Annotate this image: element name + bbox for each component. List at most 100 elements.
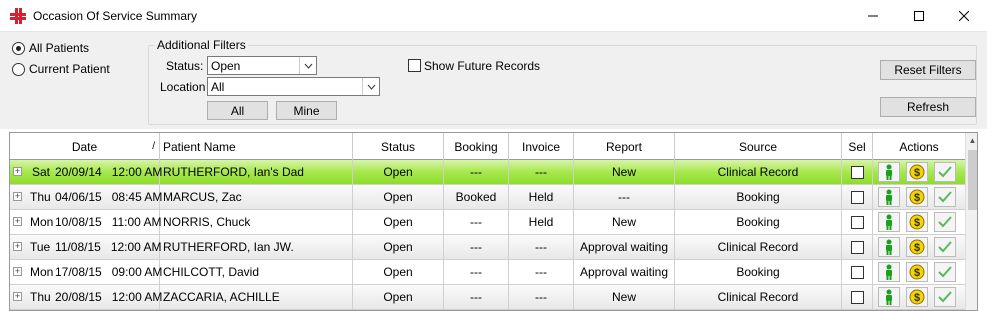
booking-cell: ---	[444, 160, 509, 184]
all-patients-label: All Patients	[29, 41, 90, 55]
column-header-invoice[interactable]: Invoice	[509, 133, 574, 160]
column-header-booking[interactable]: Booking	[444, 133, 509, 160]
app-cross-icon	[10, 8, 26, 24]
date-cell: + Thu 20/08/15 12:00 AM	[10, 285, 162, 309]
status-select[interactable]: Open	[207, 56, 317, 75]
patient-action-button[interactable]	[878, 262, 900, 282]
expand-row-icon[interactable]: +	[13, 217, 22, 226]
svg-text:$: $	[914, 167, 920, 179]
actions-cell: $	[873, 185, 965, 209]
person-icon	[886, 189, 892, 205]
sel-cell	[842, 185, 873, 209]
source-cell: Clinical Record	[675, 285, 842, 309]
column-header-sel[interactable]: Sel	[842, 133, 873, 160]
reset-filters-button[interactable]: Reset Filters	[880, 60, 976, 80]
mine-button[interactable]: Mine	[276, 101, 337, 120]
select-checkbox[interactable]	[850, 240, 864, 254]
select-checkbox[interactable]	[850, 290, 864, 304]
refresh-button[interactable]: Refresh	[880, 97, 976, 117]
expand-row-icon[interactable]: +	[13, 292, 22, 301]
invoice-action-button[interactable]: $	[906, 287, 928, 307]
current-patient-radio[interactable]: Current Patient	[12, 62, 110, 76]
date-text: 04/06/15	[55, 190, 102, 204]
patient-action-button[interactable]	[878, 162, 900, 182]
all-button[interactable]: All	[207, 101, 268, 120]
scroll-thumb[interactable]	[968, 150, 977, 210]
grid-header: Date / Patient Name Status Booking Invoi…	[10, 133, 965, 160]
invoice-cell: Held	[509, 185, 574, 209]
select-checkbox[interactable]	[850, 165, 864, 179]
expand-row-icon[interactable]: +	[13, 192, 22, 201]
select-checkbox[interactable]	[850, 265, 864, 279]
sel-cell	[842, 285, 873, 309]
table-row[interactable]: + Thu 04/06/15 08:45 AM MARCUS, Zac Open Booke…	[10, 185, 965, 210]
location-select[interactable]: All	[207, 77, 380, 96]
booking-cell: ---	[444, 285, 509, 309]
booking-cell: Booked	[444, 185, 509, 209]
complete-action-button[interactable]	[934, 187, 956, 207]
radio-circle[interactable]	[12, 62, 25, 76]
invoice-cell: ---	[509, 285, 574, 309]
invoice-cell: ---	[509, 235, 574, 259]
report-cell: ---	[574, 185, 675, 209]
location-select-value: All	[211, 80, 225, 94]
invoice-cell: Held	[509, 210, 574, 234]
expand-row-icon[interactable]: +	[13, 167, 22, 176]
dollar-icon: $	[909, 289, 925, 305]
expand-row-icon[interactable]: +	[13, 242, 22, 251]
table-row[interactable]: + Sat 20/09/14 12:00 AM RUTHERFORD, Ian's Da…	[10, 160, 965, 185]
time-text: 09:00 AM	[111, 265, 163, 279]
table-row[interactable]: + Tue 11/08/15 12:00 AM RUTHERFORD, Ian JW. O…	[10, 235, 965, 260]
invoice-action-button[interactable]: $	[906, 237, 928, 257]
patient-action-button[interactable]	[878, 212, 900, 232]
complete-action-button[interactable]	[934, 162, 956, 182]
all-patients-radio[interactable]: All Patients	[12, 41, 89, 55]
column-header-source[interactable]: Source	[675, 133, 842, 160]
complete-action-button[interactable]	[934, 212, 956, 232]
source-cell: Clinical Record	[675, 235, 842, 259]
invoice-action-button[interactable]: $	[906, 262, 928, 282]
status-cell: Open	[353, 160, 444, 184]
expand-row-icon[interactable]: +	[13, 267, 22, 276]
status-cell: Open	[353, 235, 444, 259]
column-header-status[interactable]: Status	[353, 133, 444, 160]
status-cell: Open	[353, 210, 444, 234]
invoice-action-button[interactable]: $	[906, 162, 928, 182]
show-future-checkbox[interactable]	[408, 59, 421, 72]
invoice-action-button[interactable]: $	[906, 187, 928, 207]
occasion-grid: Date / Patient Name Status Booking Invoi…	[9, 132, 978, 311]
column-header-report[interactable]: Report	[574, 133, 675, 160]
invoice-action-button[interactable]: $	[906, 212, 928, 232]
scroll-up-icon[interactable]: ▲	[966, 133, 977, 148]
chevron-down-icon[interactable]	[362, 78, 379, 95]
column-header-patient[interactable]: Patient Name	[160, 133, 353, 160]
chevron-down-icon[interactable]	[299, 57, 316, 74]
radio-circle[interactable]	[12, 41, 25, 55]
vertical-scrollbar[interactable]: ▲	[965, 133, 977, 310]
date-cell: + Thu 04/06/15 08:45 AM	[10, 185, 163, 209]
actions-cell: $	[873, 285, 965, 309]
maximize-button[interactable]	[896, 0, 942, 32]
patient-action-button[interactable]	[878, 237, 900, 257]
patient-action-button[interactable]	[878, 287, 900, 307]
close-button[interactable]	[941, 0, 987, 32]
source-cell: Booking	[675, 185, 842, 209]
time-text: 08:45 AM	[111, 190, 163, 204]
table-row[interactable]: + Thu 20/08/15 12:00 AM ZACCARIA, ACHILLE Ope…	[10, 285, 965, 310]
minimize-button[interactable]	[850, 0, 896, 32]
table-row[interactable]: + Mon 17/08/15 09:00 AM CHILCOTT, David Open -…	[10, 260, 965, 285]
complete-action-button[interactable]	[934, 262, 956, 282]
column-header-date[interactable]: Date /	[10, 133, 160, 160]
invoice-cell: ---	[509, 260, 574, 284]
select-checkbox[interactable]	[850, 215, 864, 229]
table-row[interactable]: + Mon 10/08/15 11:00 AM NORRIS, Chuck Open ---…	[10, 210, 965, 235]
complete-action-button[interactable]	[934, 237, 956, 257]
date-cell: + Sat 20/09/14 12:00 AM	[10, 160, 162, 184]
dollar-icon: $	[909, 214, 925, 230]
patient-action-button[interactable]	[878, 187, 900, 207]
time-text: 11:00 AM	[111, 215, 162, 229]
additional-filters-title: Additional Filters	[155, 38, 248, 52]
select-checkbox[interactable]	[850, 190, 864, 204]
column-header-actions[interactable]: Actions	[873, 133, 965, 160]
complete-action-button[interactable]	[934, 287, 956, 307]
